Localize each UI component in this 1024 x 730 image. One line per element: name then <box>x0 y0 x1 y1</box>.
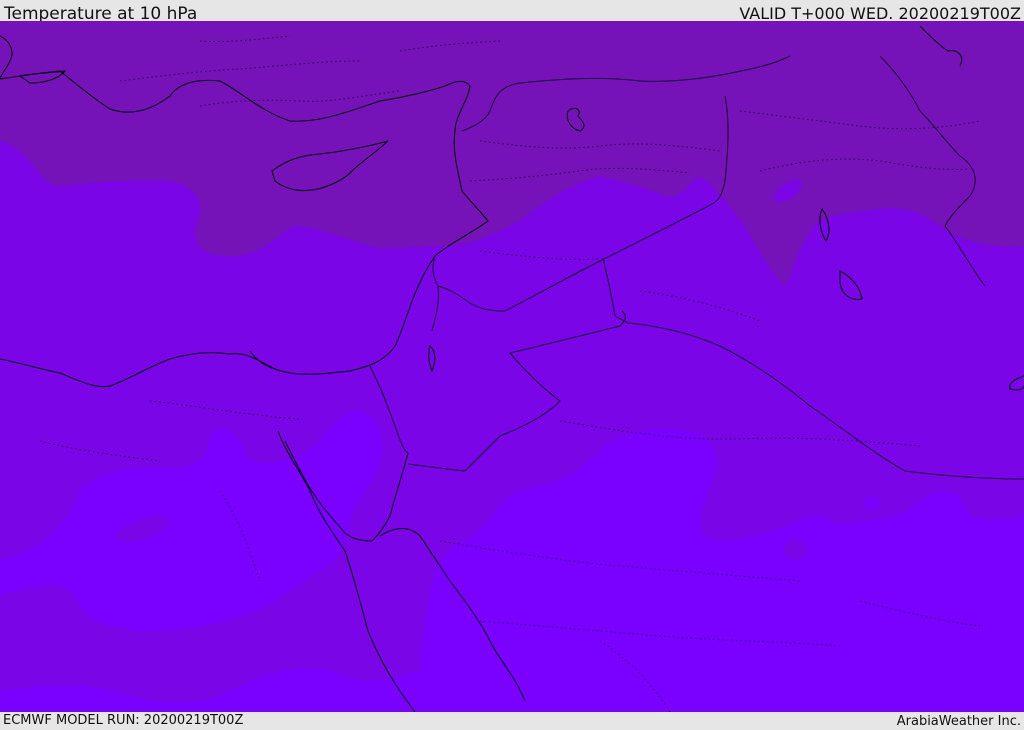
temperature-patch-3 <box>864 497 880 509</box>
footer-bar: ECMWF MODEL RUN: 20200219T00Z ArabiaWeat… <box>0 712 1024 729</box>
temperature-patch-2 <box>783 540 807 560</box>
model-run-label: ECMWF MODEL RUN: 20200219T00Z <box>3 713 244 728</box>
header-bar: Temperature at 10 hPa VALID T+000 WED. 2… <box>0 0 1024 24</box>
map-canvas <box>0 21 1024 712</box>
weather-map[interactable] <box>0 21 1024 712</box>
credit-label: ArabiaWeather Inc. <box>896 714 1021 729</box>
